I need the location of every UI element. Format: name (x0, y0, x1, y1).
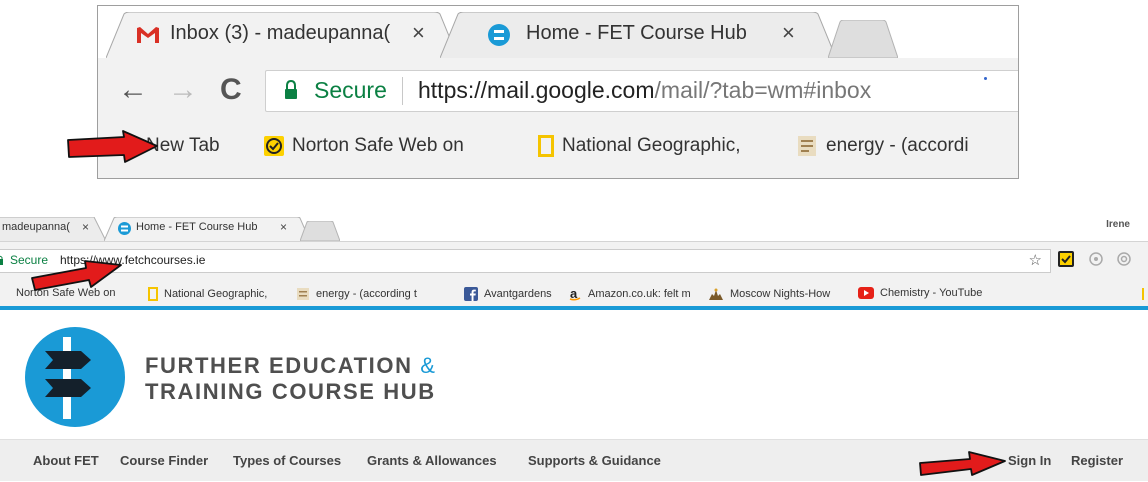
book-icon (798, 136, 816, 156)
site-browser-window: madeupanna( × Home - FET Course Hub × Ir… (0, 213, 1148, 481)
reload-button[interactable]: C (220, 72, 242, 108)
fet-icon (488, 24, 510, 46)
annotation-arrow-url (31, 260, 122, 291)
natgeo-icon (148, 287, 158, 301)
profile-name[interactable]: Irene (1106, 219, 1130, 230)
norton-extension-icon[interactable] (1058, 251, 1074, 267)
search-extension-icon[interactable] (1088, 251, 1104, 267)
tab-inbox[interactable]: Inbox (3) - madeupanna( × (106, 12, 458, 58)
natgeo-icon (538, 135, 554, 157)
moscow-icon (709, 288, 723, 300)
bookmark-overflow-edge (1142, 288, 1144, 300)
nav-types-of-courses[interactable]: Types of Courses (233, 453, 341, 468)
zoomed-browser-window: Inbox (3) - madeupanna( × Home - FET Cou… (97, 5, 1019, 179)
tab-strip: madeupanna( × Home - FET Course Hub × Ir… (0, 213, 1148, 242)
tab-title: Inbox (3) - madeupanna( (170, 22, 391, 44)
bookmarks-bar: New Tab Norton Safe Web on National Geog… (98, 124, 1018, 178)
bookmark-norton[interactable]: Norton Safe Web on (264, 135, 464, 157)
close-tab-icon[interactable]: × (782, 20, 795, 46)
bookmark-avantgardens[interactable]: Avantgardens (464, 287, 552, 301)
toolbar: ← → C Secure https://mail.google.com/mai… (98, 58, 1018, 124)
nav-about-fet[interactable]: About FET (33, 453, 99, 468)
youtube-icon (858, 287, 874, 300)
bookmark-label: Norton Safe Web on (292, 135, 464, 156)
gmail-icon (137, 27, 159, 43)
bookmark-energy[interactable]: energy - (according t (296, 287, 417, 301)
tab-title: Home - FET Course Hub (136, 221, 258, 233)
tab-strip: Inbox (3) - madeupanna( × Home - FET Cou… (98, 6, 1018, 58)
nav-sign-in[interactable]: Sign In (1008, 453, 1051, 468)
book-icon (297, 288, 309, 300)
lock-icon (285, 80, 297, 99)
nav-supports-guidance[interactable]: Supports & Guidance (528, 453, 661, 468)
bookmark-amazon[interactable]: a Amazon.co.uk: felt m (568, 287, 691, 301)
nav-register[interactable]: Register (1071, 453, 1123, 468)
bookmark-label: National Geographic, (164, 287, 268, 300)
bookmark-label: National Geographic, (562, 135, 741, 157)
annotation-arrow-new-tab (67, 130, 158, 163)
tab-fet-course-hub[interactable]: Home - FET Course Hub × (104, 217, 310, 241)
nav-course-finder[interactable]: Course Finder (120, 453, 208, 468)
bookmark-star-icon[interactable]: ☆ (1029, 251, 1042, 269)
bookmark-label: Avantgardens (484, 287, 552, 300)
bookmark-label: Amazon.co.uk: felt m (588, 287, 691, 300)
url-text: https://mail.google.com/mail/?tab=wm#inb… (418, 77, 871, 104)
close-tab-icon[interactable]: × (412, 20, 425, 46)
site-accent-bar (0, 306, 1148, 310)
bookmark-national-geographic[interactable]: National Geographic, (538, 135, 741, 157)
brand-ampersand: & (420, 353, 437, 378)
nav-grants-allowances[interactable]: Grants & Allowances (367, 453, 497, 468)
bookmark-national-geographic[interactable]: National Geographic, (148, 287, 267, 301)
brand-line-1: FURTHER EDUCATION & (145, 353, 437, 379)
bookmark-label: Chemistry - YouTube (880, 287, 983, 299)
fet-icon (118, 222, 131, 235)
omnibox-divider (402, 77, 403, 105)
tab-inbox[interactable]: madeupanna( × (0, 217, 106, 241)
close-tab-icon[interactable]: × (82, 220, 89, 234)
forward-button[interactable]: → (168, 72, 198, 108)
bookmark-label: Moscow Nights-How (730, 287, 831, 300)
bookmark-chemistry-youtube[interactable]: Chemistry - YouTube (858, 287, 983, 300)
amazon-icon: a (569, 287, 581, 301)
url-path: /mail/?tab=wm#inbox (654, 77, 872, 103)
brand-line-2: TRAINING COURSE HUB (145, 379, 436, 404)
bookmarks-bar: Norton Safe Web on National Geographic, … (0, 282, 1148, 306)
bookmark-energy[interactable]: energy - (accordi (796, 135, 969, 157)
facebook-icon (464, 287, 478, 301)
new-tab-button[interactable] (300, 221, 340, 241)
url-host: https://mail.google.com (418, 77, 655, 103)
close-tab-icon[interactable]: × (280, 220, 287, 234)
address-bar[interactable]: Secure https://mail.google.com/mail/?tab… (265, 70, 1018, 112)
omnibox-dot (984, 77, 987, 80)
new-tab-button[interactable] (828, 20, 898, 58)
bookmark-moscow-nights[interactable]: Moscow Nights-How (708, 287, 830, 301)
lock-icon (0, 255, 3, 265)
norton-icon (264, 135, 284, 156)
secure-label: Secure (314, 77, 387, 103)
bookmark-label: energy - (according t (316, 287, 417, 300)
fet-logo[interactable] (25, 327, 125, 427)
bookmark-label: energy - (accordi (826, 135, 969, 157)
tab-title: Home - FET Course Hub (526, 22, 747, 44)
annotation-arrow-sign-in (919, 451, 1006, 476)
settings-extension-icon[interactable] (1116, 251, 1132, 267)
tab-fet-course-hub[interactable]: Home - FET Course Hub × (440, 12, 836, 58)
address-bar[interactable]: Secure https://www.fetchcourses.ie ☆ (0, 249, 1051, 273)
brand-text: FURTHER EDUCATION (145, 353, 413, 378)
back-button[interactable]: ← (118, 72, 148, 108)
tab-title: madeupanna( (2, 221, 70, 233)
toolbar: Secure https://www.fetchcourses.ie ☆ (0, 242, 1148, 283)
